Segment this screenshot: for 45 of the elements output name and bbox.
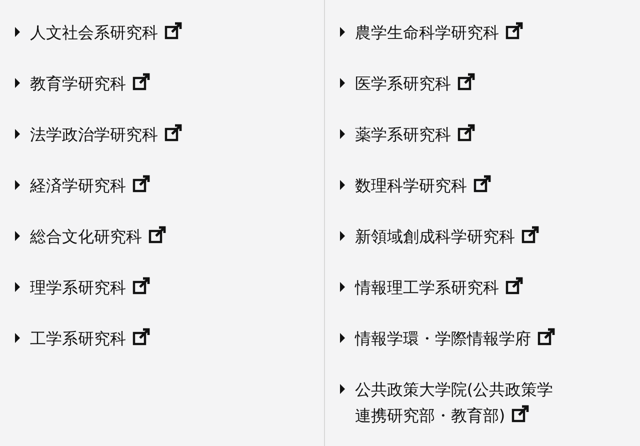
- course-link[interactable]: 工学系研究科: [30, 326, 238, 352]
- course-link[interactable]: 農学生命科学研究科: [354, 20, 563, 46]
- external-link-icon: [472, 175, 491, 193]
- course-link[interactable]: 新領域創成科学研究科: [354, 224, 563, 250]
- external-link-icon: [511, 405, 530, 423]
- triangle-bullet-icon: [340, 129, 345, 139]
- course-link[interactable]: 医学系研究科: [354, 71, 563, 97]
- course-link[interactable]: 経済学研究科: [30, 173, 238, 199]
- course-link[interactable]: 情報学環・学際情報学府: [354, 326, 563, 352]
- course-link[interactable]: 公共政策大学院(公共政策学連携研究部・教育部): [354, 377, 563, 429]
- course-link[interactable]: 薬学系研究科: [354, 122, 563, 148]
- external-link-icon: [456, 124, 475, 142]
- external-link-icon: [164, 22, 182, 40]
- course-link[interactable]: 数理科学研究科: [354, 173, 563, 199]
- triangle-bullet-icon: [15, 282, 20, 292]
- external-link-icon: [132, 175, 150, 193]
- triangle-bullet-icon: [340, 282, 345, 292]
- external-link-icon: [132, 277, 150, 295]
- triangle-bullet-icon: [15, 231, 20, 241]
- triangle-bullet-icon: [15, 180, 20, 190]
- triangle-bullet-icon: [340, 78, 345, 88]
- triangle-bullet-icon: [340, 180, 345, 190]
- triangle-bullet-icon: [15, 27, 20, 37]
- triangle-bullet-icon: [340, 231, 345, 241]
- external-link-icon: [456, 73, 475, 91]
- triangle-bullet-icon: [340, 27, 345, 37]
- course-link[interactable]: 人文社会系研究科: [30, 20, 238, 46]
- course-link[interactable]: 情報理工学系研究科: [354, 275, 563, 301]
- external-link-icon: [520, 226, 539, 244]
- course-link[interactable]: 法学政治学研究科: [30, 122, 238, 148]
- triangle-bullet-icon: [15, 129, 20, 139]
- course-link[interactable]: 理学系研究科: [30, 275, 238, 301]
- external-link-icon: [132, 328, 150, 346]
- triangle-bullet-icon: [15, 333, 20, 343]
- triangle-bullet-icon: [15, 78, 20, 88]
- external-link-icon: [164, 124, 182, 142]
- course-link[interactable]: 教育学研究科: [30, 71, 238, 97]
- external-link-icon: [132, 73, 150, 91]
- external-link-icon: [536, 328, 555, 346]
- external-link-icon: [504, 22, 523, 40]
- triangle-bullet-icon: [340, 384, 345, 394]
- external-link-icon: [148, 226, 166, 244]
- triangle-bullet-icon: [340, 333, 345, 343]
- external-link-icon: [504, 277, 523, 295]
- course-link[interactable]: 総合文化研究科: [30, 224, 238, 250]
